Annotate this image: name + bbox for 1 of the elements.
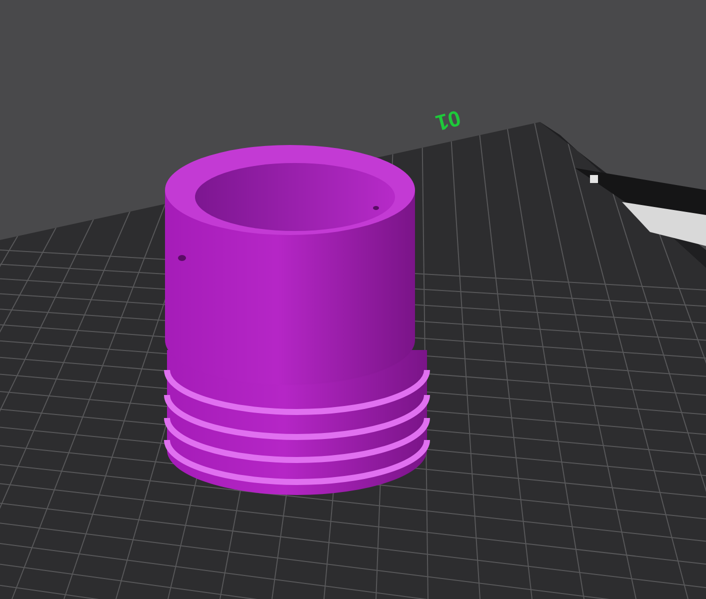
plate-number-label: 01 — [432, 104, 464, 138]
